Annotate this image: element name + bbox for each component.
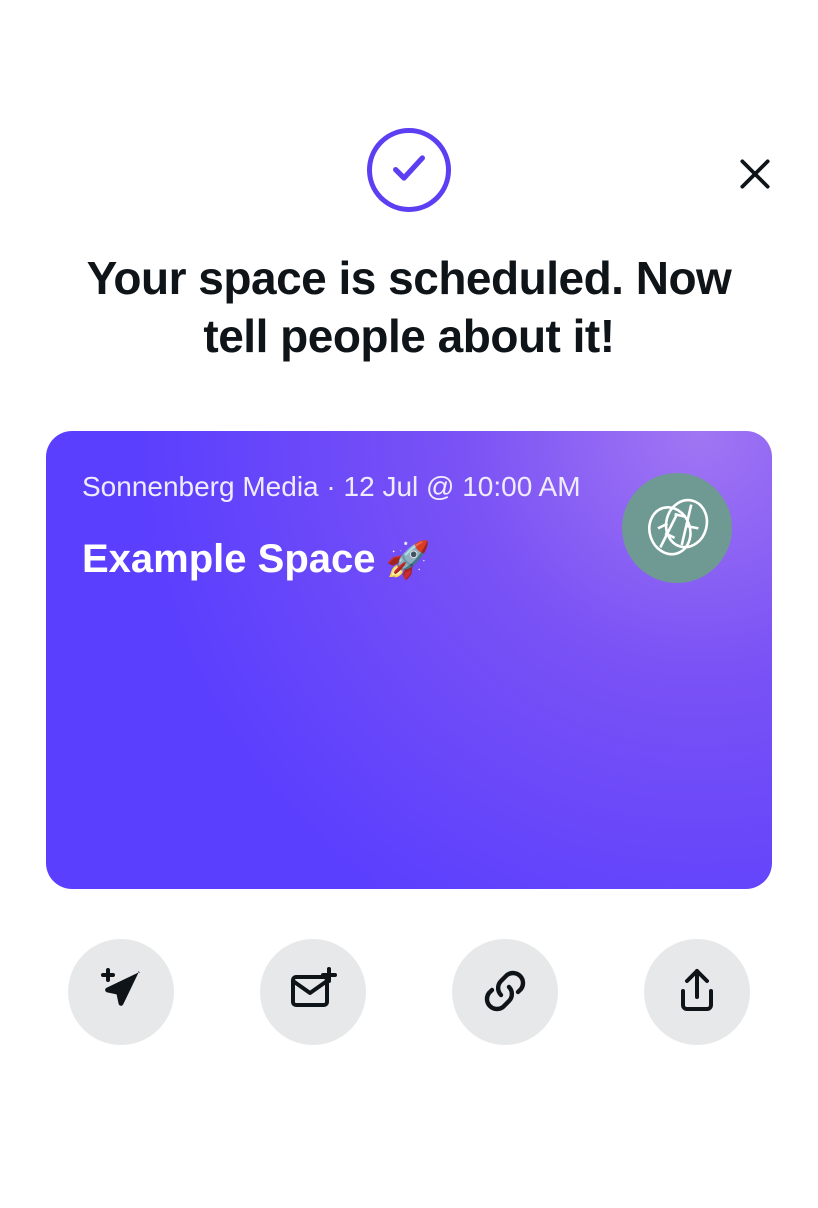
compose-tweet-button[interactable] <box>68 939 174 1045</box>
close-icon <box>736 155 774 196</box>
rocket-emoji: 🚀 <box>386 539 431 581</box>
leaf-avatar-icon <box>639 488 715 569</box>
share-icon <box>673 967 721 1018</box>
checkmark-icon <box>389 148 429 193</box>
space-host: Sonnenberg Media <box>82 471 319 502</box>
close-button[interactable] <box>730 150 780 200</box>
action-row <box>0 939 818 1045</box>
confirmation-headline: Your space is scheduled. Now tell people… <box>0 250 818 365</box>
new-message-icon <box>289 967 337 1018</box>
space-separator: · <box>319 471 344 502</box>
success-check-circle <box>367 128 451 212</box>
space-datetime: 12 Jul @ 10:00 AM <box>344 471 581 502</box>
compose-tweet-icon <box>97 967 145 1018</box>
share-button[interactable] <box>644 939 750 1045</box>
link-icon <box>481 967 529 1018</box>
new-message-button[interactable] <box>260 939 366 1045</box>
space-card[interactable]: Sonnenberg Media · 12 Jul @ 10:00 AM Exa… <box>46 431 772 889</box>
host-avatar <box>622 473 732 583</box>
copy-link-button[interactable] <box>452 939 558 1045</box>
space-title: Example Space <box>82 537 376 582</box>
